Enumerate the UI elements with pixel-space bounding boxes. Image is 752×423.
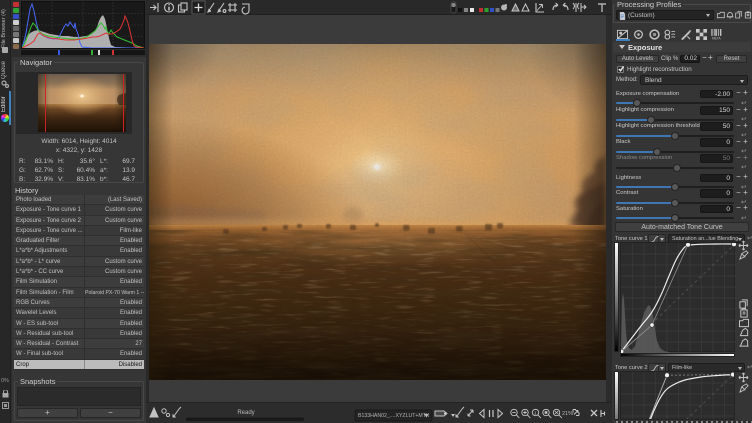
svg-text:1: 1	[534, 411, 537, 416]
svg-text:B133HAN02_....XYZLUT+MTX: B133HAN02_....XYZLUT+MTX	[358, 413, 430, 419]
svg-text:META: META	[712, 37, 721, 40]
svg-text:Ready: Ready	[237, 410, 254, 416]
svg-text:21%: 21%	[562, 411, 573, 417]
